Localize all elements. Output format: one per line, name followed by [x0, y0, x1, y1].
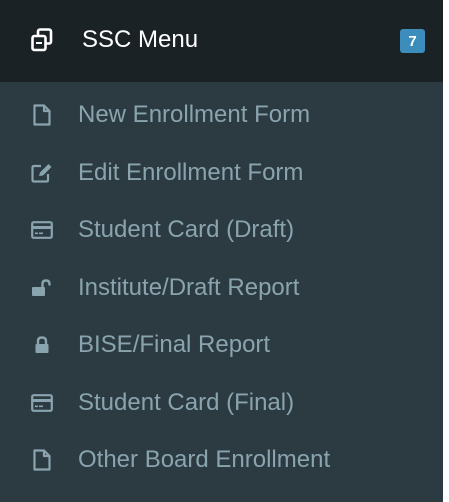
menu-item-bise-final-report[interactable]: BISE/Final Report [0, 316, 443, 374]
menu-item-other-board-enrollment[interactable]: Other Board Enrollment [0, 431, 443, 489]
menu-item-student-card-final[interactable]: Student Card (Final) [0, 374, 443, 432]
credit-card-icon [31, 392, 53, 414]
credit-card-icon [31, 219, 53, 241]
copy-icon [31, 28, 53, 52]
menu-item-label: Edit Enrollment Form [78, 158, 304, 186]
sidebar-menu: SSC Menu 7 New Enrollment Form Edit Enro… [0, 0, 443, 502]
menu-item-new-enrollment-form[interactable]: New Enrollment Form [0, 86, 443, 144]
menu-item-label: Student Card (Draft) [78, 216, 295, 243]
lock-icon [31, 334, 53, 356]
file-icon [31, 449, 53, 471]
menu-item-institute-draft-report[interactable]: Institute/Draft Report [0, 259, 443, 317]
menu-item-label: BISE/Final Report [78, 331, 271, 358]
menu-title: SSC Menu [82, 26, 199, 53]
file-icon [31, 104, 53, 126]
edit-icon [31, 162, 53, 184]
menu-item-label: Institute/Draft Report [78, 273, 300, 301]
menu-item-label: Student Card (Final) [78, 388, 295, 416]
menu-item-label: New Enrollment Form [78, 101, 311, 128]
menu-item-student-card-draft[interactable]: Student Card (Draft) [0, 201, 443, 259]
menu-items: New Enrollment Form Edit Enrollment Form [0, 86, 443, 489]
menu-item-label: Other Board Enrollment [78, 446, 331, 473]
menu-item-edit-enrollment-form[interactable]: Edit Enrollment Form [0, 144, 443, 202]
menu-header[interactable]: SSC Menu 7 [0, 0, 443, 82]
count-badge: 7 [400, 29, 425, 53]
unlock-icon [31, 277, 53, 299]
